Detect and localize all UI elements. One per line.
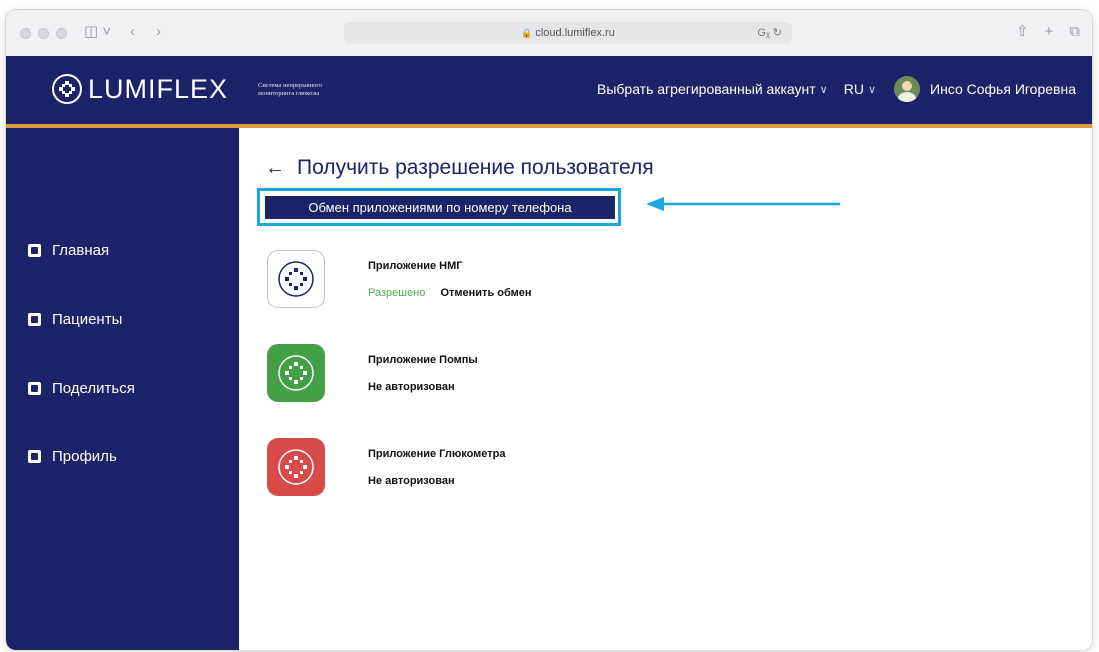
translate-reload-icons[interactable]: Gᵪ ↻ <box>757 22 782 44</box>
chevron-down-icon: ∨ <box>819 83 828 96</box>
browser-toolbar: ◫ ˅ ‹ › 🔒 cloud.lumiflex.ru Gᵪ ↻ ⇧ + ⧉ <box>6 10 1092 57</box>
lock-icon: 🔒 <box>521 28 533 38</box>
callout-arrow-icon <box>646 197 840 211</box>
sidebar-item-patients[interactable]: Пациенты <box>28 311 122 328</box>
patients-icon <box>28 313 41 326</box>
glucometer-app-icon <box>267 438 325 496</box>
sidebar-toggle-icon[interactable]: ◫ ˅ <box>84 23 111 41</box>
account-selector[interactable]: Выбрать агрегированный аккаунт ∨ <box>597 81 828 97</box>
nmg-app-icon <box>267 250 325 308</box>
home-icon <box>28 244 41 257</box>
main-content: ← Получить разрешение пользователя Обмен… <box>239 128 1092 650</box>
page-title: ← Получить разрешение пользователя <box>265 156 654 180</box>
chevron-down-icon: ∨ <box>867 83 877 96</box>
address-bar[interactable]: 🔒 cloud.lumiflex.ru Gᵪ ↻ <box>344 22 792 44</box>
browser-window: ◫ ˅ ‹ › 🔒 cloud.lumiflex.ru Gᵪ ↻ ⇧ + ⧉ L… <box>6 10 1092 650</box>
app-name: Приложение НМГ <box>368 260 463 272</box>
header-controls: Выбрать агрегированный аккаунт ∨ RU ∨ Ин… <box>597 76 1076 102</box>
address-url: cloud.lumiflex.ru <box>535 27 615 39</box>
sidebar-item-home[interactable]: Главная <box>28 242 109 259</box>
back-nav-icon[interactable]: ‹ <box>130 23 135 41</box>
status-badge: Разрешено <box>368 287 426 299</box>
new-tab-icon[interactable]: + <box>1045 23 1054 41</box>
pump-app-icon <box>267 344 325 402</box>
app-name: Приложение Помпы <box>368 354 478 366</box>
back-arrow-icon[interactable]: ← <box>265 157 285 180</box>
logo-text: LUMIFLEX <box>88 74 229 104</box>
share-page-icon[interactable]: ⇧ <box>1016 23 1029 41</box>
user-name[interactable]: Инсо Софья Игоревна <box>930 81 1076 97</box>
sidebar-item-label: Поделиться <box>52 380 135 397</box>
browser-actions: ⇧ + ⧉ <box>1016 23 1080 41</box>
close-window-button[interactable] <box>20 28 31 39</box>
logo[interactable]: LUMIFLEX <box>52 74 228 104</box>
cancel-share-link[interactable]: Отменить обмен <box>440 287 531 299</box>
share-icon <box>28 382 41 395</box>
page-title-text: Получить разрешение пользователя <box>297 156 654 179</box>
share-by-phone-button[interactable]: Обмен приложениями по номеру телефона <box>265 196 615 219</box>
status-badge: Не авторизован <box>368 475 455 487</box>
profile-icon <box>28 450 41 463</box>
window-controls <box>20 28 67 39</box>
language-selector[interactable]: RU ∨ <box>844 81 876 97</box>
sidebar-item-label: Главная <box>52 242 110 259</box>
forward-nav-icon[interactable]: › <box>156 23 161 41</box>
tab-overview-icon[interactable]: ⧉ <box>1069 23 1080 41</box>
logo-subtitle: Система непрерывного мониторинга глюкозы <box>258 82 323 97</box>
sidebar-item-label: Пациенты <box>52 311 123 328</box>
zoom-window-button[interactable] <box>56 28 67 39</box>
sidebar-item-label: Профиль <box>52 448 117 465</box>
logo-mark-icon <box>52 74 82 104</box>
app-status-row: Разрешено Отменить обмен <box>368 287 532 299</box>
status-badge: Не авторизован <box>368 381 455 393</box>
account-selector-label: Выбрать агрегированный аккаунт <box>596 81 816 97</box>
sidebar: Главная Пациенты Поделиться Профиль <box>6 128 239 650</box>
language-label: RU <box>843 81 864 97</box>
app-header: LUMIFLEX Система непрерывного мониторинг… <box>6 56 1092 128</box>
minimize-window-button[interactable] <box>38 28 49 39</box>
sidebar-item-share[interactable]: Поделиться <box>28 380 135 397</box>
app-name: Приложение Глюкометра <box>368 448 506 460</box>
sidebar-item-profile[interactable]: Профиль <box>28 448 117 465</box>
avatar[interactable] <box>894 76 921 102</box>
